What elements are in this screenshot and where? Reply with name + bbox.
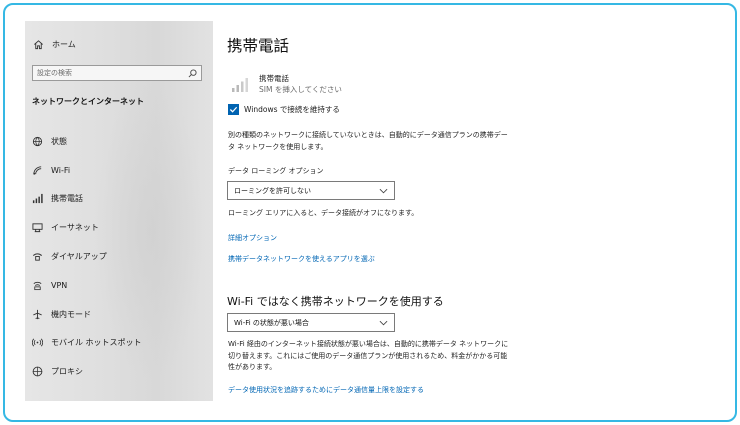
home-label: ホーム <box>52 39 76 49</box>
dialup-icon <box>31 251 43 263</box>
sidebar-item-dialup[interactable]: ダイヤルアップ <box>31 242 207 271</box>
sidebar-item-label: イーサネット <box>51 223 99 233</box>
sidebar: ホーム 設定の検索 ネットワークとインターネット 状態 Wi-Fi 携帯電話 イ… <box>25 21 213 401</box>
airplane-icon <box>31 308 43 320</box>
hotspot-icon <box>31 337 43 349</box>
sidebar-item-cellular[interactable]: 携帯電話 <box>31 185 207 214</box>
cellular-status: 携帯電話 SIM を挿入してください <box>231 73 342 95</box>
wifi-fallback-description: Wi-Fi 経由のインターネット接続状態が悪い場合は、自動的に携帯データ ネット… <box>228 340 509 371</box>
chevron-down-icon <box>379 320 388 325</box>
sidebar-item-ethernet[interactable]: イーサネット <box>31 213 207 242</box>
sidebar-item-label: 機内モード <box>51 309 91 319</box>
ethernet-icon <box>31 222 43 234</box>
cellular-over-wifi-heading: Wi-Fi ではなく携帯ネットワークを使用する <box>227 295 444 308</box>
auto-connect-description: 別の種類のネットワークに接続していないときは、自動的にデータ通信プランの携帯デー… <box>228 131 508 151</box>
sidebar-item-proxy[interactable]: プロキシ <box>31 357 207 386</box>
wifi-fallback-dropdown[interactable]: Wi-Fi の状態が悪い場合 <box>227 313 395 332</box>
roaming-note: ローミング エリアに入ると、データ接続がオフになります。 <box>228 209 419 217</box>
sidebar-item-label: モバイル ホットスポット <box>51 338 142 348</box>
choose-apps-link[interactable]: 携帯データネットワークを使えるアプリを選ぶ <box>228 254 375 264</box>
sidebar-item-label: VPN <box>51 280 68 290</box>
main-content: 携帯電話 携帯電話 SIM を挿入してください Windows で接続を維持する <box>213 21 721 401</box>
roaming-value: ローミングを許可しない <box>234 186 311 195</box>
search-icon <box>188 68 197 77</box>
sidebar-item-label: Wi-Fi <box>51 165 71 175</box>
sidebar-nav: 状態 Wi-Fi 携帯電話 イーサネット ダイヤルアップ VPN 機内モード モ… <box>31 127 207 386</box>
vpn-icon <box>31 279 43 291</box>
cellular-name: 携帯電話 <box>259 74 289 83</box>
sidebar-item-label: ダイヤルアップ <box>51 252 107 262</box>
sidebar-item-status[interactable]: 状態 <box>31 127 207 156</box>
checkbox-label: Windows で接続を維持する <box>244 105 340 114</box>
keep-connection-checkbox[interactable]: Windows で接続を維持する <box>228 104 340 115</box>
sidebar-item-label: 状態 <box>51 136 67 146</box>
globe-icon <box>31 366 43 378</box>
cellular-icon <box>31 193 43 205</box>
roaming-label: データ ローミング オプション <box>228 167 324 175</box>
globe-status-icon <box>31 135 43 147</box>
sidebar-item-label: プロキシ <box>51 367 83 377</box>
screenshot-frame: ホーム 設定の検索 ネットワークとインターネット 状態 Wi-Fi 携帯電話 イ… <box>3 3 737 422</box>
checkbox-checked-icon[interactable] <box>228 104 239 115</box>
sidebar-item-hotspot[interactable]: モバイル ホットスポット <box>31 329 207 358</box>
cellular-status-text: SIM を挿入してください <box>259 85 342 94</box>
data-limit-link[interactable]: データ使用状況を追跡するためにデータ通信量上限を設定する <box>228 385 424 395</box>
sidebar-item-vpn[interactable]: VPN <box>31 271 207 300</box>
search-placeholder: 設定の検索 <box>37 69 72 77</box>
page-title: 携帯電話 <box>227 37 290 55</box>
signal-bars-icon <box>232 78 248 92</box>
section-title: ネットワークとインターネット <box>32 97 144 106</box>
sidebar-item-wifi[interactable]: Wi-Fi <box>31 156 207 185</box>
advanced-options-link[interactable]: 詳細オプション <box>228 233 277 243</box>
roaming-dropdown[interactable]: ローミングを許可しない <box>227 181 395 200</box>
home-icon <box>34 39 43 49</box>
settings-window: ホーム 設定の検索 ネットワークとインターネット 状態 Wi-Fi 携帯電話 イ… <box>25 21 721 401</box>
home-button[interactable]: ホーム <box>33 36 76 52</box>
sidebar-item-airplane[interactable]: 機内モード <box>31 300 207 329</box>
search-input[interactable]: 設定の検索 <box>32 65 202 81</box>
wifi-icon <box>31 164 43 176</box>
wifi-fallback-value: Wi-Fi の状態が悪い場合 <box>234 318 309 327</box>
chevron-down-icon <box>379 188 388 193</box>
sidebar-item-label: 携帯電話 <box>51 194 83 204</box>
